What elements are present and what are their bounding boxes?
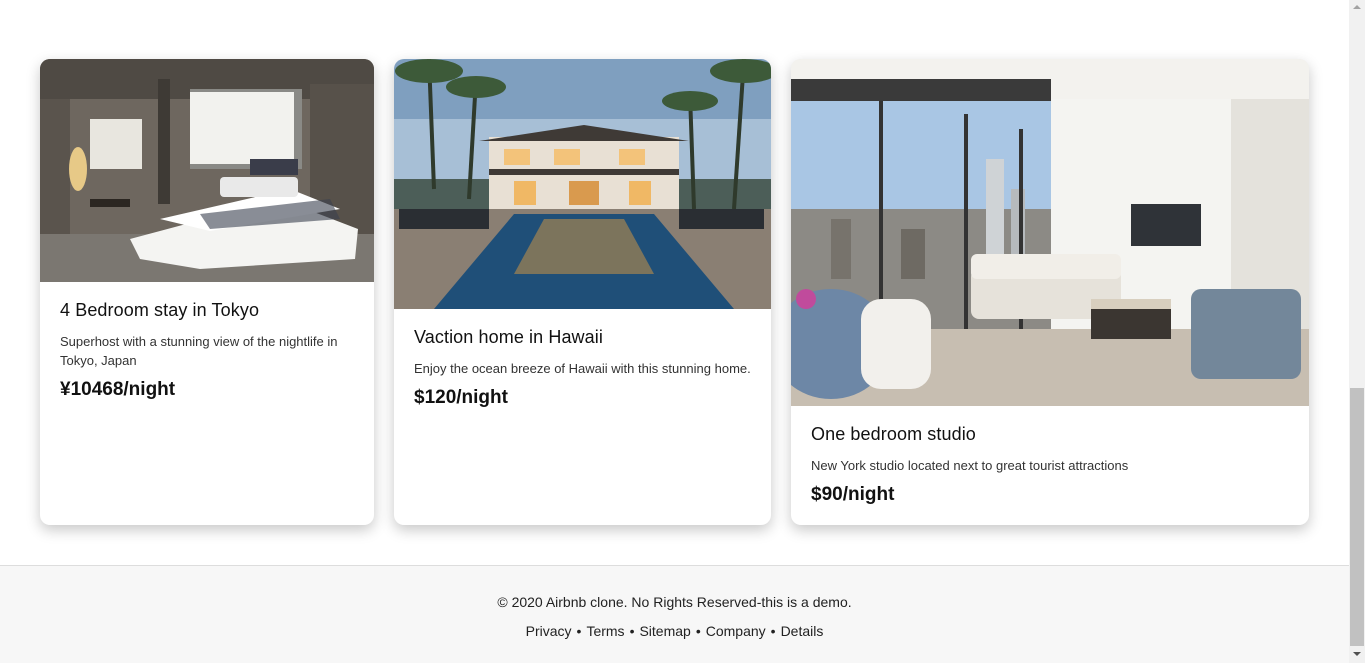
- vertical-scrollbar[interactable]: [1349, 0, 1365, 663]
- listing-card-hawaii[interactable]: Vaction home in Hawaii Enjoy the ocean b…: [394, 59, 771, 525]
- footer: © 2020 Airbnb clone. No Rights Reserved-…: [0, 565, 1349, 663]
- footer-link-company[interactable]: Company: [706, 623, 766, 639]
- listing-price: $120/night: [414, 387, 508, 408]
- listing-title[interactable]: 4 Bedroom stay in Tokyo: [60, 300, 354, 321]
- footer-copyright: © 2020 Airbnb clone. No Rights Reserved-…: [497, 594, 852, 610]
- listing-title[interactable]: Vaction home in Hawaii: [414, 327, 751, 348]
- scrollbar-thumb[interactable]: [1350, 388, 1364, 646]
- listing-description: New York studio located next to great to…: [811, 458, 1129, 473]
- page: 4 Bedroom stay in Tokyo Superhost with a…: [0, 0, 1349, 663]
- listing-image-tokyo[interactable]: [40, 59, 374, 282]
- listing-price: $90/night: [811, 484, 895, 505]
- listing-image-hawaii[interactable]: [394, 59, 771, 309]
- listing-card-tokyo[interactable]: 4 Bedroom stay in Tokyo Superhost with a…: [40, 59, 374, 525]
- footer-separator: •: [576, 623, 582, 639]
- listing-body-hawaii: Vaction home in Hawaii Enjoy the ocean b…: [394, 309, 771, 425]
- scroll-up-arrow-icon[interactable]: [1349, 0, 1365, 16]
- listing-price: ¥10468/night: [60, 379, 176, 400]
- listing-card-nyc[interactable]: One bedroom studio New York studio locat…: [791, 59, 1309, 525]
- footer-link-details[interactable]: Details: [781, 623, 824, 639]
- scroll-down-arrow-icon[interactable]: [1349, 647, 1365, 663]
- footer-separator: •: [695, 623, 701, 639]
- listing-description: Enjoy the ocean breeze of Hawaii with th…: [414, 361, 751, 376]
- footer-links: Privacy • Terms • Sitemap • Company • Details: [0, 623, 1349, 639]
- listing-description: Superhost with a stunning view of the ni…: [60, 334, 338, 368]
- listing-body-tokyo: 4 Bedroom stay in Tokyo Superhost with a…: [40, 282, 374, 417]
- listing-title[interactable]: One bedroom studio: [811, 424, 1289, 445]
- footer-link-sitemap[interactable]: Sitemap: [639, 623, 690, 639]
- footer-separator: •: [770, 623, 776, 639]
- listing-body-nyc: One bedroom studio New York studio locat…: [791, 406, 1309, 522]
- footer-link-terms[interactable]: Terms: [586, 623, 624, 639]
- listing-image-nyc[interactable]: [791, 59, 1309, 406]
- footer-link-privacy[interactable]: Privacy: [526, 623, 572, 639]
- footer-separator: •: [629, 623, 635, 639]
